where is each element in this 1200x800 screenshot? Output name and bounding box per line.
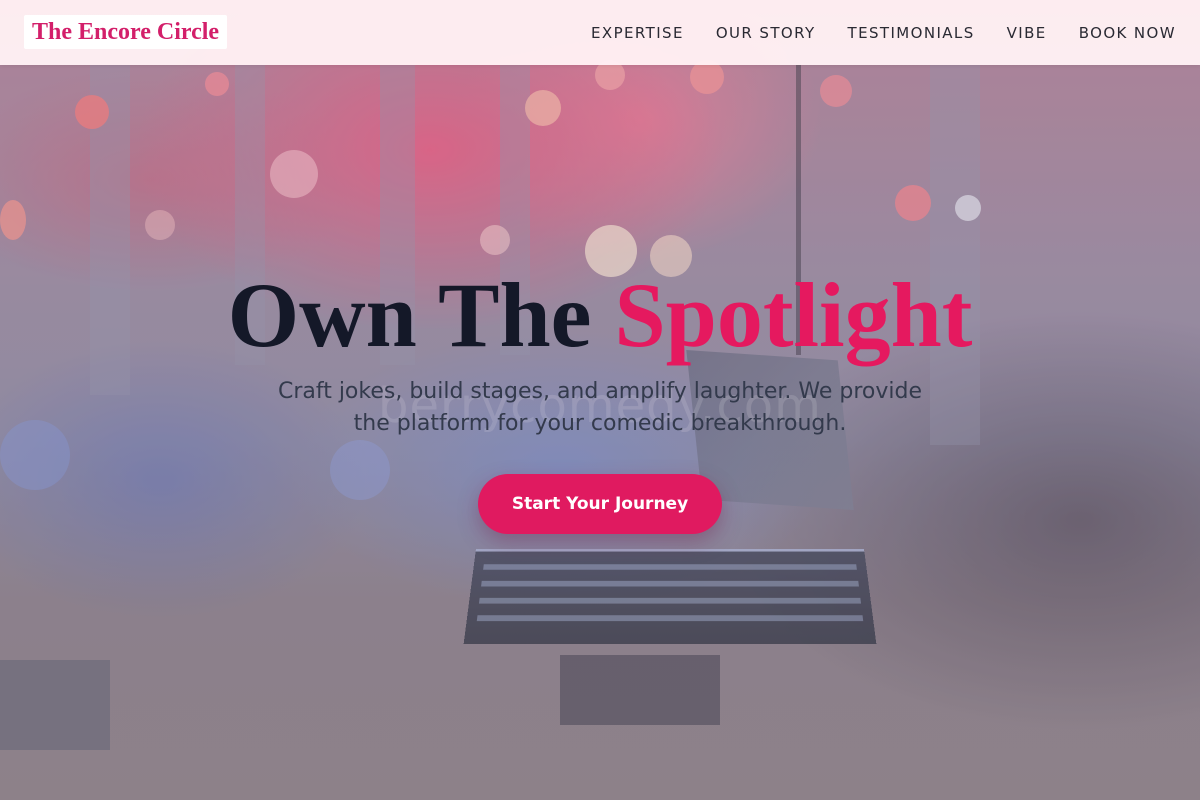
hero-title: Own The Spotlight: [0, 263, 1200, 367]
start-journey-button[interactable]: Start Your Journey: [478, 474, 722, 534]
site-header: The Encore Circle EXPERTISE OUR STORY TE…: [0, 0, 1200, 65]
nav-item-expertise[interactable]: EXPERTISE: [591, 24, 684, 42]
hero-subtitle: Craft jokes, build stages, and amplify l…: [277, 379, 923, 436]
hero-title-main: Own The: [227, 264, 615, 366]
hero-title-accent: Spotlight: [614, 264, 973, 366]
nav-item-our-story[interactable]: OUR STORY: [716, 24, 816, 42]
site-logo[interactable]: The Encore Circle: [24, 15, 228, 49]
nav-item-book-now[interactable]: BOOK NOW: [1079, 24, 1176, 42]
nav-item-vibe[interactable]: VIBE: [1007, 24, 1047, 42]
main-nav: EXPERTISE OUR STORY TESTIMONIALS VIBE BO…: [591, 0, 1176, 65]
nav-item-testimonials[interactable]: TESTIMONIALS: [848, 24, 975, 42]
